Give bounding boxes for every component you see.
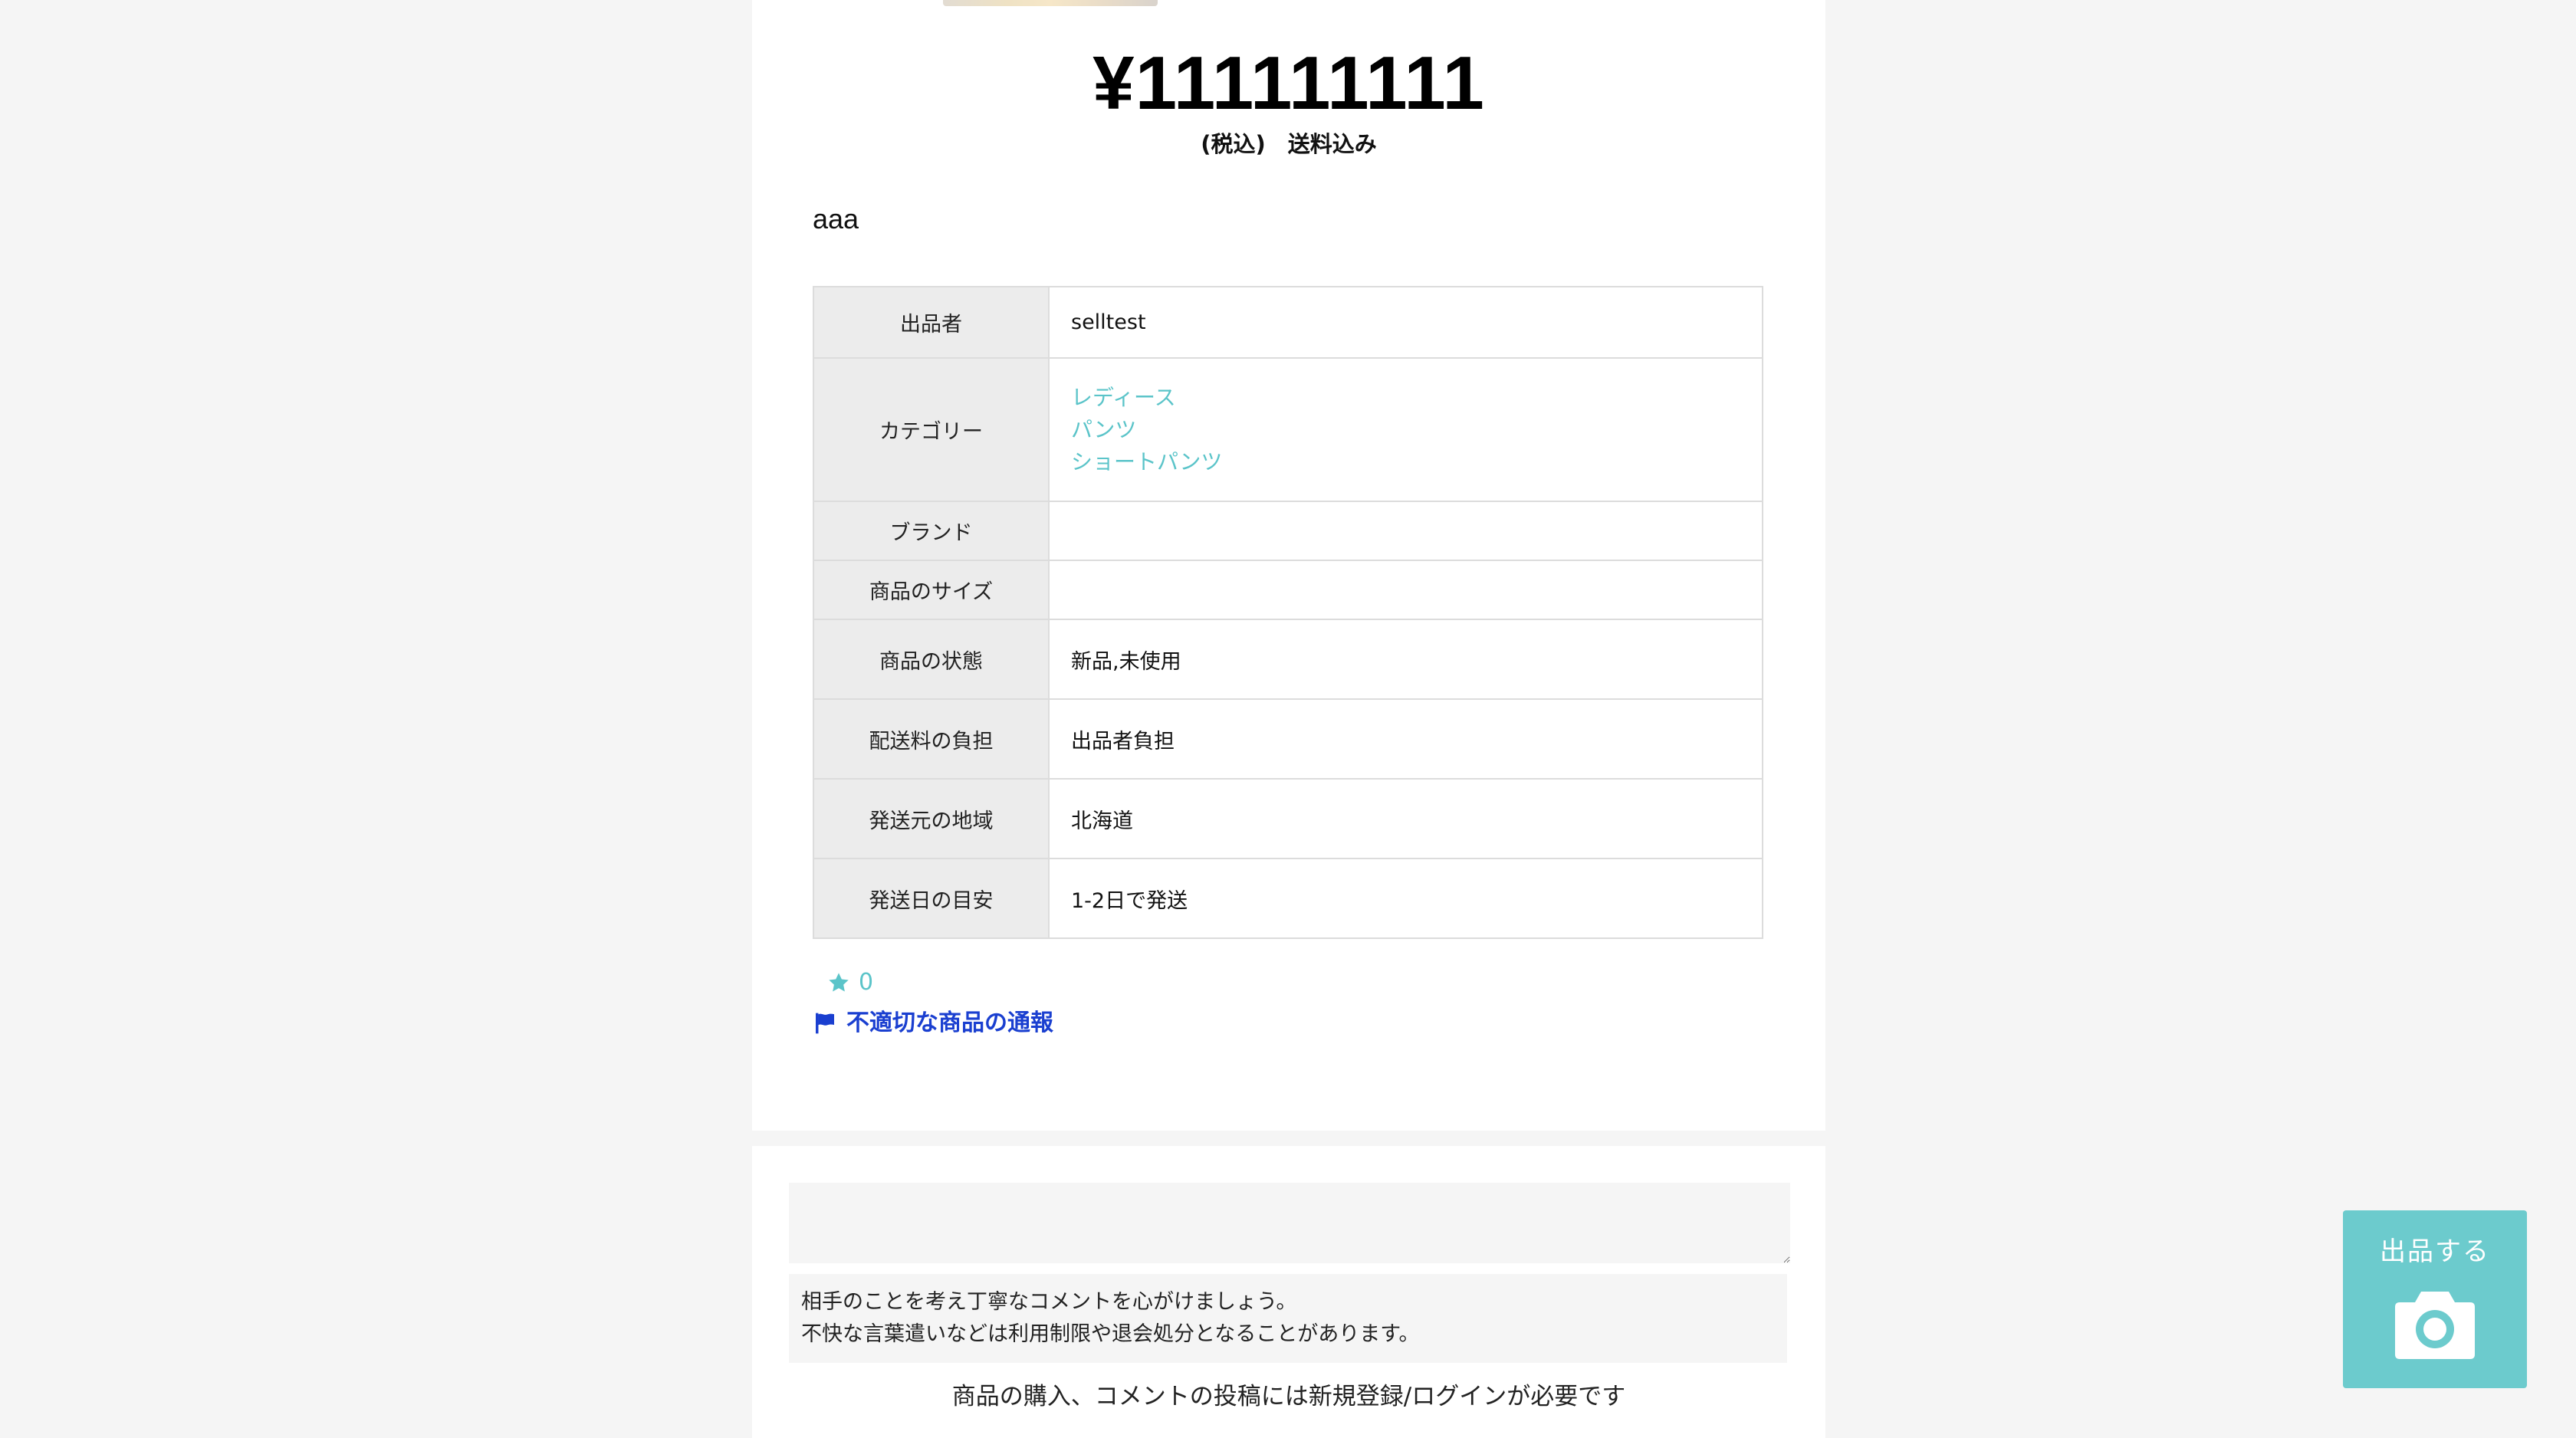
- sell-button-label: 出品する: [2380, 1236, 2490, 1267]
- details-row-seller: 出品者 selltest: [813, 286, 1763, 359]
- tax-shipping-note: (税込) 送料込み: [1201, 131, 1377, 157]
- condition-label: 商品の状態: [813, 619, 1050, 700]
- category-link-short-pants[interactable]: ショートパンツ: [1071, 446, 1740, 478]
- flag-icon: [816, 1013, 834, 1034]
- category-label: カテゴリー: [813, 357, 1050, 502]
- comment-guidelines: 相手のことを考え丁寧なコメントを心がけましょう。 不快な言葉遣いなどは利用制限や…: [789, 1274, 1787, 1363]
- ship-from-label: 発送元の地域: [813, 778, 1050, 859]
- seller-label: 出品者: [813, 286, 1050, 359]
- details-row-size: 商品のサイズ: [813, 560, 1763, 620]
- ship-days-label: 発送日の目安: [813, 858, 1050, 939]
- like-button[interactable]: 0: [826, 966, 873, 1000]
- details-row-ship-days: 発送日の目安 1-2日で発送: [813, 858, 1763, 939]
- details-row-brand: ブランド: [813, 501, 1763, 561]
- details-row-ship-from: 発送元の地域 北海道: [813, 778, 1763, 859]
- item-details-table: 出品者 selltest カテゴリー レディース パンツ ショートパンツ ブラン…: [813, 286, 1763, 939]
- star-icon: [829, 973, 849, 992]
- category-value: レディース パンツ ショートパンツ: [1048, 357, 1763, 502]
- sell-button[interactable]: 出品する: [2343, 1210, 2527, 1388]
- condition-value: 新品,未使用: [1048, 619, 1763, 700]
- report-label: 不適切な商品の通報: [846, 1010, 1053, 1036]
- login-required-note: 商品の購入、コメントの投稿には新規登録/ログインが必要です: [951, 1383, 1626, 1410]
- like-count: 0: [859, 969, 874, 996]
- details-row-condition: 商品の状態 新品,未使用: [813, 619, 1763, 700]
- ship-days-value: 1-2日で発送: [1048, 858, 1763, 939]
- details-row-shipping-fee: 配送料の負担 出品者負担: [813, 698, 1763, 780]
- brand-value: [1048, 501, 1763, 561]
- category-link-pants[interactable]: パンツ: [1071, 414, 1740, 446]
- item-image-thumbnail[interactable]: [943, 0, 1158, 6]
- size-value: [1048, 560, 1763, 620]
- report-item-link[interactable]: 不適切な商品の通報: [813, 1006, 1053, 1040]
- item-description: aaa: [813, 203, 859, 235]
- item-price: ¥111111111: [1092, 41, 1485, 125]
- details-row-category: カテゴリー レディース パンツ ショートパンツ: [813, 357, 1763, 502]
- camera-icon: [2395, 1292, 2475, 1359]
- shipping-fee-value: 出品者負担: [1048, 698, 1763, 780]
- size-label: 商品のサイズ: [813, 560, 1050, 620]
- seller-value[interactable]: selltest: [1048, 286, 1763, 359]
- shipping-fee-label: 配送料の負担: [813, 698, 1050, 780]
- category-link-ladies[interactable]: レディース: [1071, 382, 1740, 414]
- comment-guideline-line1: 相手のことを考え丁寧なコメントを心がけましょう。: [801, 1290, 1297, 1314]
- comment-guideline-line2: 不快な言葉遣いなどは利用制限や退会処分となることがあります。: [801, 1322, 1420, 1346]
- ship-from-value: 北海道: [1048, 778, 1763, 859]
- comment-input[interactable]: [789, 1183, 1790, 1263]
- brand-label: ブランド: [813, 501, 1050, 561]
